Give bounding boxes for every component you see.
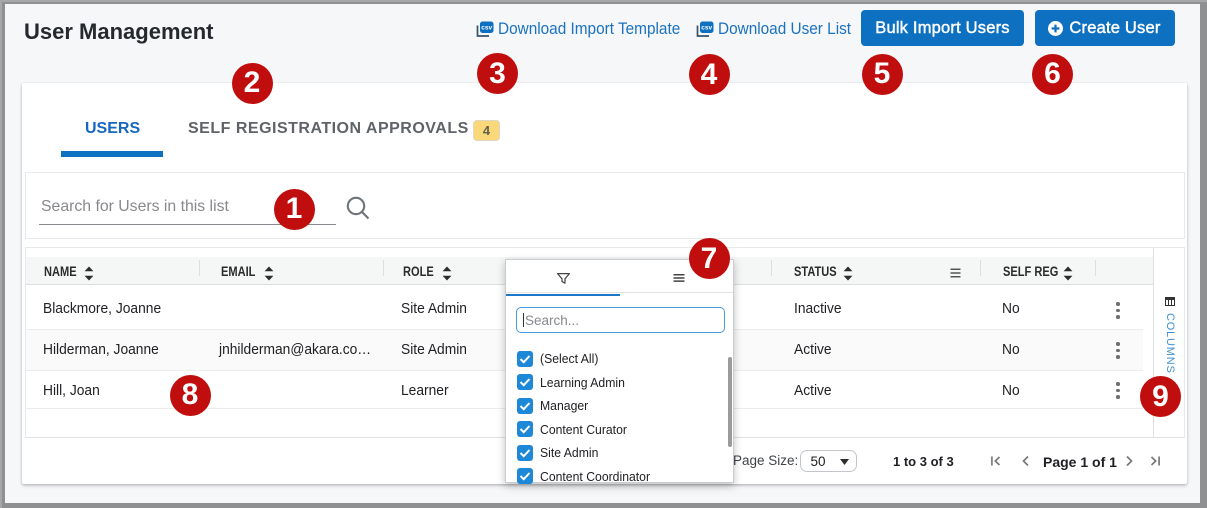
svg-text:csv: csv	[701, 24, 712, 31]
svg-text:csv: csv	[481, 24, 492, 31]
